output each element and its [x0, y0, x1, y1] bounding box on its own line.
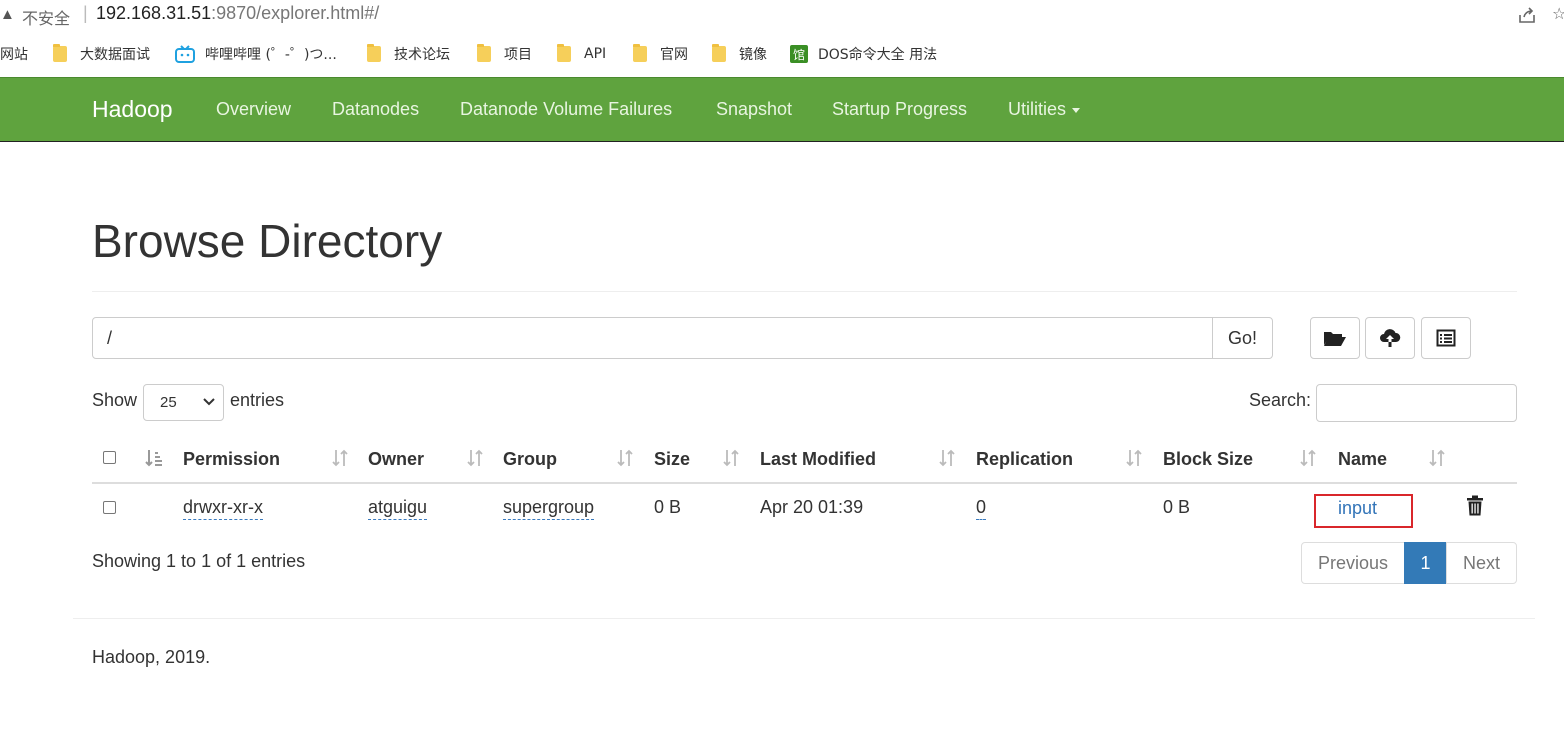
nav-startup-progress[interactable]: Startup Progress: [832, 99, 967, 120]
bookmark-label: 哔哩哔哩 (゜-゜)つ...: [205, 47, 337, 63]
title-divider: [92, 291, 1517, 292]
folder-icon: [53, 44, 67, 62]
cell-name-link[interactable]: input: [1314, 494, 1413, 528]
star-icon[interactable]: ☆: [1552, 4, 1564, 24]
sort-both-icon[interactable]: [616, 448, 634, 468]
list-alt-icon: [1436, 329, 1456, 347]
column-header-replication[interactable]: Replication: [976, 449, 1073, 470]
cell-permission[interactable]: drwxr-xr-x: [183, 497, 263, 520]
sort-both-icon[interactable]: [466, 448, 484, 468]
sort-both-icon[interactable]: [1125, 448, 1143, 468]
nav-snapshot[interactable]: Snapshot: [716, 99, 792, 120]
folder-icon: [477, 44, 491, 62]
cell-replication[interactable]: 0: [976, 497, 987, 520]
cell-last-modified: Apr 20 01:39: [760, 497, 864, 517]
bookmark-label: 项目: [504, 47, 532, 63]
sort-both-icon[interactable]: [938, 448, 956, 468]
bookmark-websites[interactable]: 网站: [0, 44, 28, 64]
column-header-block-size[interactable]: Block Size: [1163, 449, 1253, 470]
table-info: Showing 1 to 1 of 1 entries: [92, 551, 306, 571]
table-header-divider: [92, 482, 1517, 484]
sort-both-icon[interactable]: [1428, 448, 1446, 468]
insecure-label[interactable]: 不安全: [22, 5, 70, 29]
folder-icon: [633, 44, 647, 62]
footer-text: Hadoop, 2019.: [92, 647, 211, 667]
pagination-page-1[interactable]: 1: [1404, 542, 1447, 584]
entries-label: entries: [230, 390, 285, 410]
cut-paste-button[interactable]: [1421, 317, 1471, 359]
folder-open-icon: [1324, 332, 1346, 346]
sort-ascending-icon[interactable]: [145, 448, 163, 468]
cell-group[interactable]: supergroup: [503, 497, 595, 520]
sort-both-icon[interactable]: [1299, 448, 1317, 468]
bookmark-projects[interactable]: 项目: [477, 44, 532, 64]
column-header-last-modified[interactable]: Last Modified: [760, 449, 876, 470]
bookmark-mirrors[interactable]: 镜像: [712, 44, 767, 64]
pagination-previous[interactable]: Previous: [1301, 542, 1405, 584]
cell-owner[interactable]: atguigu: [368, 497, 428, 520]
column-header-permission[interactable]: Permission: [183, 449, 280, 470]
column-header-group[interactable]: Group: [503, 449, 557, 470]
directory-path-input[interactable]: [92, 317, 1213, 359]
nav-overview[interactable]: Overview: [216, 99, 291, 120]
sort-both-icon[interactable]: [331, 448, 349, 468]
column-header-size[interactable]: Size: [654, 449, 690, 470]
folder-icon: [557, 44, 571, 62]
nav-datanode-volume-failures[interactable]: Datanode Volume Failures: [460, 99, 672, 120]
address-separator: |: [83, 3, 88, 23]
chevron-down-icon: [203, 398, 215, 406]
bookmark-api[interactable]: API: [557, 44, 606, 64]
navbar: Hadoop Overview Datanodes Datanode Volum…: [0, 77, 1564, 142]
column-header-name[interactable]: Name: [1338, 449, 1387, 470]
warning-icon[interactable]: ▲: [0, 6, 15, 23]
bookmark-tech-forum[interactable]: 技术论坛: [367, 44, 450, 64]
cell-block-size: 0 B: [1163, 497, 1191, 517]
show-label: Show: [92, 390, 138, 410]
search-input[interactable]: [1316, 384, 1517, 422]
url-path: :9870/explorer.html#/: [211, 3, 380, 23]
bookmark-bigdata-interview[interactable]: 大数据面试: [53, 44, 150, 64]
cloud-upload-icon: [1380, 329, 1401, 347]
bookmark-official-site[interactable]: 官网: [633, 44, 688, 64]
footer-divider: [73, 618, 1535, 619]
bookmark-label: DOS命令大全 用法: [818, 47, 938, 63]
folder-icon: [712, 44, 726, 62]
bookmark-bilibili[interactable]: 哔哩哔哩 (゜-゜)つ...: [175, 44, 337, 64]
caret-down-icon: [1072, 107, 1081, 113]
nav-utilities[interactable]: Utilities: [1008, 99, 1081, 120]
guan-icon: 馆: [790, 45, 808, 63]
folder-icon: [367, 44, 381, 62]
url-host: 192.168.31.51: [96, 3, 212, 23]
bookmark-dos-commands[interactable]: 馆 DOS命令大全 用法: [790, 44, 937, 64]
select-all-checkbox[interactable]: [103, 451, 116, 464]
entries-value: 25: [160, 394, 177, 411]
cell-size: 0 B: [654, 497, 682, 517]
address-bar[interactable]: ▲ 不安全 | 192.168.31.51:9870/explorer.html…: [0, 0, 1564, 31]
create-directory-button[interactable]: [1310, 317, 1360, 359]
share-icon[interactable]: [1516, 4, 1538, 26]
trash-icon[interactable]: [1466, 495, 1484, 516]
bookmark-label: 官网: [660, 47, 688, 63]
bookmarks-bar: 网站 大数据面试 哔哩哔哩 (゜-゜)つ... 技术论坛 项目 API 官网 镜…: [0, 31, 1564, 77]
entries-per-page-select[interactable]: 25: [143, 384, 224, 421]
bilibili-icon: [175, 45, 195, 63]
bookmark-label: 大数据面试: [80, 47, 150, 63]
row-checkbox[interactable]: [103, 501, 116, 514]
bookmark-label: 镜像: [739, 47, 767, 63]
bookmark-label: API: [584, 46, 607, 62]
bookmark-label: 网站: [0, 47, 28, 63]
pagination-next[interactable]: Next: [1446, 542, 1517, 584]
navbar-brand[interactable]: Hadoop: [92, 96, 173, 123]
search-label: Search:: [1249, 390, 1312, 410]
bookmark-label: 技术论坛: [394, 47, 450, 63]
column-header-owner[interactable]: Owner: [368, 449, 424, 470]
nav-utilities-label: Utilities: [1008, 99, 1067, 119]
page-title: Browse Directory: [92, 215, 443, 267]
go-button[interactable]: Go!: [1212, 317, 1273, 359]
sort-both-icon[interactable]: [722, 448, 740, 468]
url-text[interactable]: 192.168.31.51:9870/explorer.html#/: [96, 3, 379, 24]
upload-files-button[interactable]: [1365, 317, 1415, 359]
nav-datanodes[interactable]: Datanodes: [332, 99, 419, 120]
